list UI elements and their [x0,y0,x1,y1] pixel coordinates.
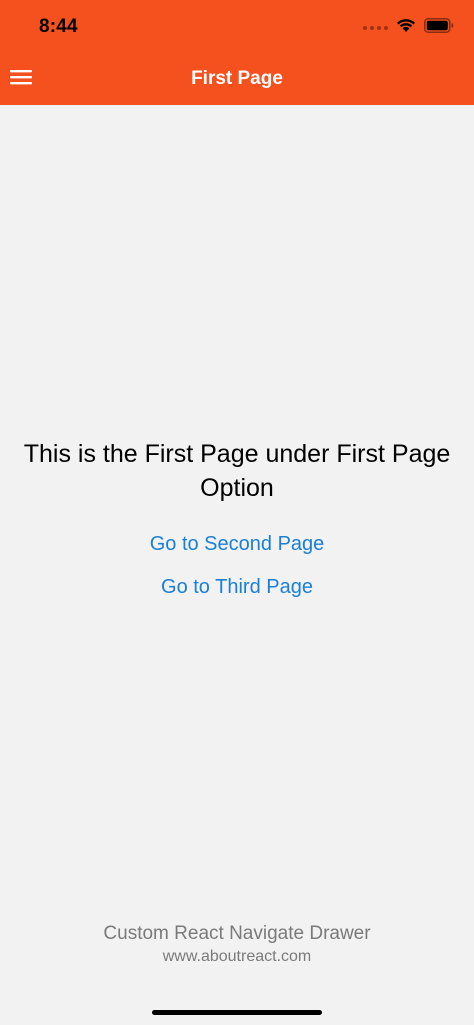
page-message: This is the First Page under First Page … [23,440,451,502]
status-bar: 8:44 [0,0,474,54]
footer-title: Custom React Navigate Drawer [103,923,371,944]
page-title: First Page [191,68,283,89]
home-indicator[interactable] [152,1010,322,1015]
app-header: 8:44 First Page [0,0,474,105]
main-content: This is the First Page under First Page … [0,105,474,1025]
cellular-signal-icon [363,26,388,30]
wifi-icon [396,18,416,38]
go-to-third-page-button[interactable]: Go to Third Page [0,576,474,599]
navigation-bar: First Page [0,54,474,105]
battery-icon [424,18,454,38]
footer-url: www.aboutreact.com [162,948,312,965]
status-icons [363,18,454,38]
go-to-second-page-button[interactable]: Go to Second Page [0,533,474,556]
status-time: 8:44 [39,16,78,37]
